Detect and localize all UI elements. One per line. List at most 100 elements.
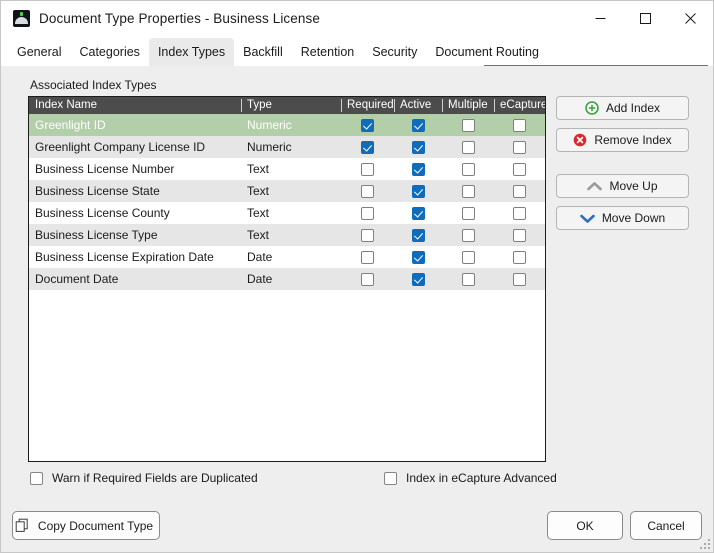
cell-active[interactable] bbox=[394, 158, 442, 180]
cell-ecapture[interactable] bbox=[494, 180, 545, 202]
cell-required[interactable] bbox=[341, 268, 394, 290]
multiple-checkbox[interactable] bbox=[461, 140, 475, 154]
ecapture-checkbox[interactable] bbox=[513, 206, 526, 220]
cell-multiple[interactable] bbox=[442, 224, 494, 246]
maximize-icon[interactable] bbox=[623, 1, 668, 36]
table-row[interactable]: Greenlight Company License ID Numeric bbox=[29, 136, 545, 158]
cell-required[interactable] bbox=[341, 202, 394, 224]
tab-retention[interactable]: Retention bbox=[292, 38, 364, 66]
close-icon[interactable] bbox=[668, 1, 713, 36]
cancel-button[interactable]: Cancel bbox=[630, 511, 702, 540]
index-ecapture-advanced-option[interactable]: Index in eCapture Advanced bbox=[384, 471, 557, 485]
ecapture-checkbox[interactable] bbox=[513, 184, 526, 198]
ecapture-checkbox[interactable] bbox=[513, 272, 526, 286]
active-checkbox[interactable] bbox=[411, 250, 425, 264]
multiple-checkbox[interactable] bbox=[461, 272, 475, 286]
column-header-ecapture[interactable]: eCapture bbox=[494, 97, 545, 114]
cell-active[interactable] bbox=[394, 246, 442, 268]
tab-security[interactable]: Security bbox=[363, 38, 426, 66]
cell-multiple[interactable] bbox=[442, 268, 494, 290]
move-down-button[interactable]: Move Down bbox=[556, 206, 689, 230]
copy-document-type-button[interactable]: Copy Document Type bbox=[12, 511, 160, 540]
column-header-active[interactable]: Active bbox=[394, 97, 442, 114]
required-checkbox[interactable] bbox=[361, 140, 374, 154]
required-checkbox[interactable] bbox=[361, 118, 374, 132]
warn-duplicate-fields-option[interactable]: Warn if Required Fields are Duplicated bbox=[30, 471, 258, 485]
add-index-button[interactable]: Add Index bbox=[556, 96, 689, 120]
tab-document-routing[interactable]: Document Routing bbox=[426, 38, 548, 66]
multiple-checkbox[interactable] bbox=[461, 118, 475, 132]
cell-active[interactable] bbox=[394, 224, 442, 246]
multiple-checkbox[interactable] bbox=[461, 162, 475, 176]
table-row[interactable]: Business License Type Text bbox=[29, 224, 545, 246]
cell-multiple[interactable] bbox=[442, 136, 494, 158]
ecapture-checkbox[interactable] bbox=[513, 228, 526, 242]
tab-general[interactable]: General bbox=[8, 38, 70, 66]
cell-multiple[interactable] bbox=[442, 246, 494, 268]
cell-ecapture[interactable] bbox=[494, 246, 545, 268]
cell-required[interactable] bbox=[341, 180, 394, 202]
warn-duplicate-fields-checkbox[interactable] bbox=[30, 471, 43, 485]
active-checkbox[interactable] bbox=[411, 272, 425, 286]
resize-grip[interactable] bbox=[700, 539, 710, 549]
column-header-type[interactable]: Type bbox=[241, 97, 341, 114]
required-checkbox[interactable] bbox=[361, 272, 374, 286]
table-row[interactable]: Greenlight ID Numeric bbox=[29, 114, 545, 136]
table-row[interactable]: Business License Number Text bbox=[29, 158, 545, 180]
cell-ecapture[interactable] bbox=[494, 136, 545, 158]
cell-multiple[interactable] bbox=[442, 202, 494, 224]
minimize-icon[interactable] bbox=[578, 1, 623, 36]
index-ecapture-advanced-checkbox[interactable] bbox=[384, 471, 397, 485]
cell-ecapture[interactable] bbox=[494, 114, 545, 136]
required-checkbox[interactable] bbox=[361, 250, 374, 264]
ecapture-checkbox[interactable] bbox=[513, 118, 526, 132]
cell-required[interactable] bbox=[341, 246, 394, 268]
ecapture-checkbox[interactable] bbox=[513, 250, 526, 264]
multiple-checkbox[interactable] bbox=[461, 206, 475, 220]
active-checkbox[interactable] bbox=[411, 140, 425, 154]
cell-required[interactable] bbox=[341, 158, 394, 180]
cell-active[interactable] bbox=[394, 136, 442, 158]
cell-active[interactable] bbox=[394, 268, 442, 290]
cell-required[interactable] bbox=[341, 114, 394, 136]
cell-multiple[interactable] bbox=[442, 158, 494, 180]
column-header-index-name[interactable]: Index Name bbox=[29, 97, 241, 114]
table-row[interactable]: Business License Expiration Date Date bbox=[29, 246, 545, 268]
multiple-checkbox[interactable] bbox=[461, 250, 475, 264]
table-row[interactable]: Business License County Text bbox=[29, 202, 545, 224]
cell-active[interactable] bbox=[394, 114, 442, 136]
cell-multiple[interactable] bbox=[442, 114, 494, 136]
column-header-multiple[interactable]: Multiple bbox=[442, 97, 494, 114]
cell-required[interactable] bbox=[341, 224, 394, 246]
column-header-required[interactable]: Required bbox=[341, 97, 394, 114]
active-checkbox[interactable] bbox=[411, 162, 425, 176]
multiple-checkbox[interactable] bbox=[461, 184, 475, 198]
cell-ecapture[interactable] bbox=[494, 202, 545, 224]
cell-multiple[interactable] bbox=[442, 180, 494, 202]
active-checkbox[interactable] bbox=[411, 228, 425, 242]
cell-ecapture[interactable] bbox=[494, 268, 545, 290]
cell-ecapture[interactable] bbox=[494, 158, 545, 180]
active-checkbox[interactable] bbox=[411, 184, 425, 198]
cell-active[interactable] bbox=[394, 180, 442, 202]
cell-required[interactable] bbox=[341, 136, 394, 158]
move-up-button[interactable]: Move Up bbox=[556, 174, 689, 198]
active-checkbox[interactable] bbox=[411, 118, 425, 132]
required-checkbox[interactable] bbox=[361, 184, 374, 198]
ecapture-checkbox[interactable] bbox=[513, 140, 526, 154]
active-checkbox[interactable] bbox=[411, 206, 425, 220]
table-row[interactable]: Business License State Text bbox=[29, 180, 545, 202]
index-types-grid[interactable]: Index Name Type Required Active Multiple… bbox=[28, 96, 546, 462]
ecapture-checkbox[interactable] bbox=[513, 162, 526, 176]
tab-index-types[interactable]: Index Types bbox=[148, 38, 235, 66]
tab-backfill[interactable]: Backfill bbox=[234, 38, 292, 66]
multiple-checkbox[interactable] bbox=[461, 228, 475, 242]
cell-active[interactable] bbox=[394, 202, 442, 224]
required-checkbox[interactable] bbox=[361, 228, 374, 242]
table-row[interactable]: Document Date Date bbox=[29, 268, 545, 290]
remove-index-button[interactable]: Remove Index bbox=[556, 128, 689, 152]
ok-button[interactable]: OK bbox=[547, 511, 623, 540]
tab-categories[interactable]: Categories bbox=[70, 38, 148, 66]
cell-ecapture[interactable] bbox=[494, 224, 545, 246]
required-checkbox[interactable] bbox=[361, 206, 374, 220]
